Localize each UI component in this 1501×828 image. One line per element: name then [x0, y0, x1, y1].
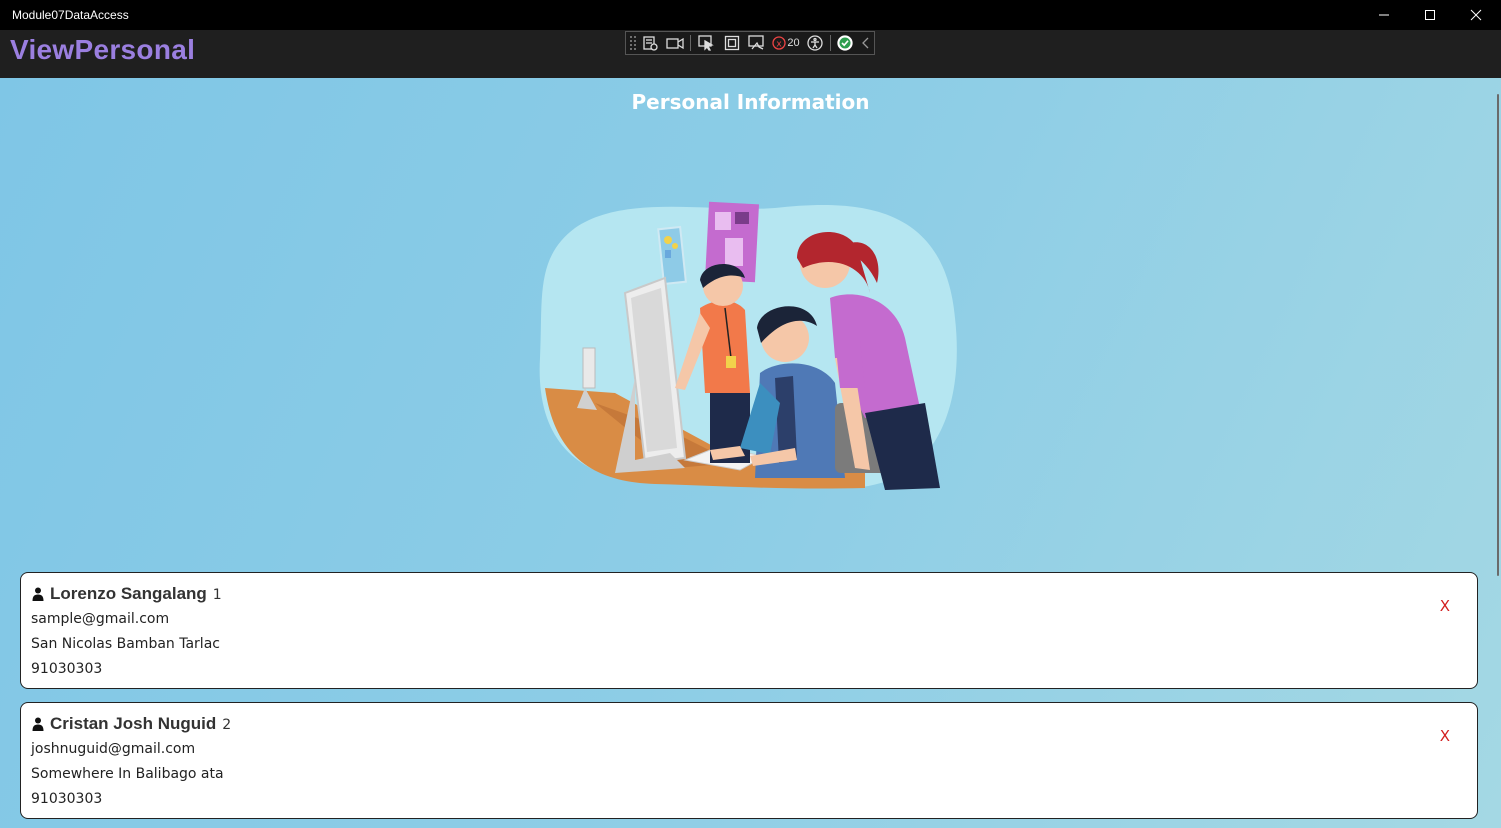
person-card[interactable]: Lorenzo Sangalang 1 sample@gmail.com San… — [20, 572, 1478, 689]
binding-failures-button[interactable]: x 20 — [770, 32, 802, 54]
page-title-nav: ViewPersonal — [10, 34, 196, 65]
person-name: Lorenzo Sangalang — [50, 584, 207, 603]
person-name-row: Cristan Josh Nuguid 2 — [32, 714, 231, 734]
close-button[interactable] — [1453, 0, 1499, 30]
hot-reload-status-button[interactable] — [833, 32, 859, 54]
track-focused-element-button[interactable] — [745, 32, 771, 54]
page-heading: Personal Information — [631, 90, 870, 114]
maximize-button[interactable] — [1407, 0, 1453, 30]
layout-adorner-icon — [724, 35, 739, 51]
toolbar-grip[interactable] — [629, 35, 637, 51]
video-camera-icon — [666, 37, 685, 50]
accessibility-checker-button[interactable] — [802, 32, 828, 54]
accessibility-icon — [807, 35, 823, 51]
person-id: 2 — [222, 717, 232, 733]
person-name: Cristan Josh Nuguid — [50, 714, 217, 733]
close-icon — [1470, 9, 1482, 21]
select-element-icon — [698, 35, 714, 51]
collapse-toolbar-button[interactable] — [858, 32, 874, 54]
chevron-left-icon — [862, 37, 869, 49]
person-address: Somewhere In Balibago ata — [31, 766, 224, 782]
person-id: 1 — [212, 587, 222, 603]
scrollbar[interactable] — [1497, 94, 1499, 576]
person-icon — [32, 717, 44, 731]
person-email: sample@gmail.com — [31, 611, 170, 627]
toolbar-separator — [690, 35, 692, 51]
content-area: Personal Information Lorenzo Sangalang 1… — [0, 78, 1501, 828]
window-title-bar: Module07DataAccess — [0, 0, 1501, 30]
person-icon — [32, 587, 44, 601]
live-visual-tree-button[interactable] — [637, 32, 663, 54]
binding-failure-icon: x — [772, 36, 787, 50]
display-layout-adorners-button[interactable] — [719, 32, 745, 54]
minimize-button[interactable] — [1361, 0, 1407, 30]
person-phone: 91030303 — [31, 661, 103, 677]
person-email: joshnuguid@gmail.com — [31, 741, 196, 757]
svg-text:x: x — [777, 40, 783, 50]
person-phone: 91030303 — [31, 791, 103, 807]
live-visual-tree-icon — [643, 36, 658, 51]
office-team-illustration — [539, 201, 957, 490]
person-address: San Nicolas Bamban Tarlac — [31, 636, 220, 652]
checkmark-icon — [837, 35, 853, 51]
navigation-bar: ViewPersonal x 20 — [0, 30, 1501, 78]
record-button[interactable] — [663, 32, 689, 54]
binding-failures-count: 20 — [787, 37, 800, 49]
toolbar-separator — [829, 35, 831, 51]
minimize-icon — [1379, 14, 1389, 16]
window-title: Module07DataAccess — [12, 8, 129, 22]
track-focus-icon — [748, 35, 765, 50]
maximize-icon — [1425, 10, 1435, 20]
xaml-debug-toolbar: x 20 — [625, 31, 875, 55]
delete-person-button[interactable]: X — [1440, 597, 1450, 615]
person-name-row: Lorenzo Sangalang 1 — [32, 584, 222, 604]
select-element-button[interactable] — [693, 32, 719, 54]
person-card[interactable]: Cristan Josh Nuguid 2 joshnuguid@gmail.c… — [20, 702, 1478, 819]
delete-person-button[interactable]: X — [1440, 727, 1450, 745]
